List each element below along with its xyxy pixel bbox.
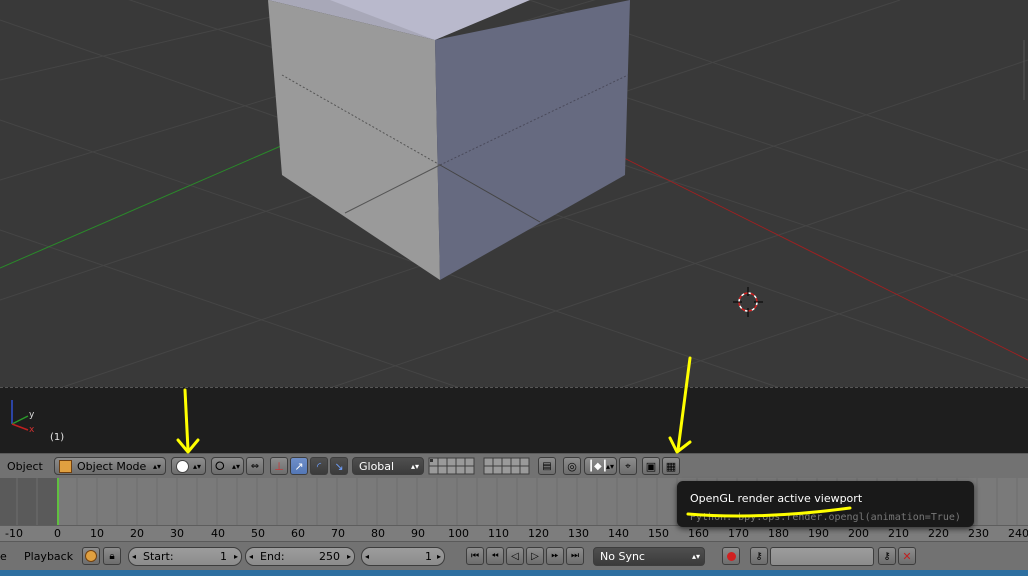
annotation-underline — [686, 506, 852, 518]
annotation-arrow-render — [676, 356, 692, 452]
annotation-arrow-shading — [183, 388, 190, 452]
annotation-overlay — [176, 356, 852, 518]
